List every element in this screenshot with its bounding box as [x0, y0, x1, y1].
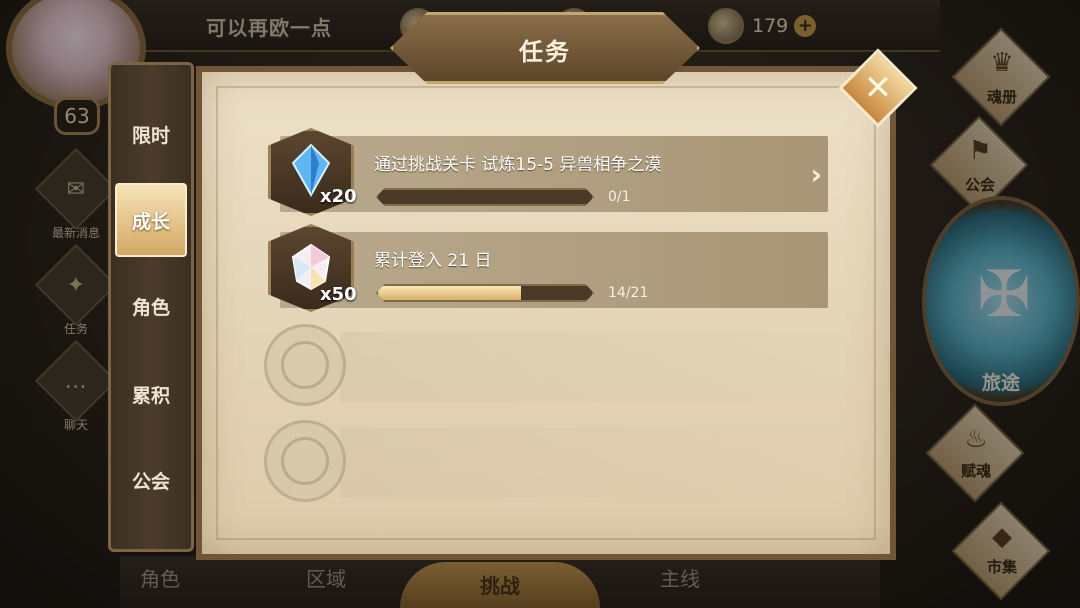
- tab-growth[interactable]: 成长: [115, 183, 187, 257]
- task-row: 累计登入 21 日 14/21: [280, 232, 828, 308]
- reward-quantity: x50: [320, 284, 357, 305]
- empty-slot-icon: [264, 420, 346, 502]
- empty-slot-ring: [281, 341, 329, 389]
- empty-slot-ring: [281, 437, 329, 485]
- tab-limited[interactable]: 限时: [115, 99, 187, 173]
- tab-guild[interactable]: 公会: [115, 445, 187, 519]
- empty-task-slot: [340, 332, 840, 402]
- progress-text: 14/21: [608, 285, 649, 301]
- close-icon[interactable]: ✕: [850, 60, 906, 116]
- progress-bar: [376, 284, 594, 302]
- empty-task-slot: [340, 428, 840, 498]
- go-arrow-icon[interactable]: ›: [810, 158, 822, 191]
- task-title: 累计登入 21 日: [374, 251, 492, 271]
- task-title: 通过挑战关卡 试炼15-5 异兽相争之漠: [374, 155, 662, 175]
- progress-bar: [376, 188, 594, 206]
- reward-quantity: x20: [320, 186, 357, 207]
- task-row[interactable]: 通过挑战关卡 试炼15-5 异兽相争之漠 0/1 ›: [280, 136, 828, 212]
- progress-text: 0/1: [608, 189, 631, 205]
- tab-accumulate[interactable]: 累积: [115, 359, 187, 433]
- empty-slot-icon: [264, 324, 346, 406]
- dialog-title: 任务: [519, 38, 571, 66]
- task-category-tabs: 限时 成长 角色 累积 公会: [108, 62, 194, 552]
- tab-character[interactable]: 角色: [115, 271, 187, 345]
- progress-fill: [378, 286, 522, 300]
